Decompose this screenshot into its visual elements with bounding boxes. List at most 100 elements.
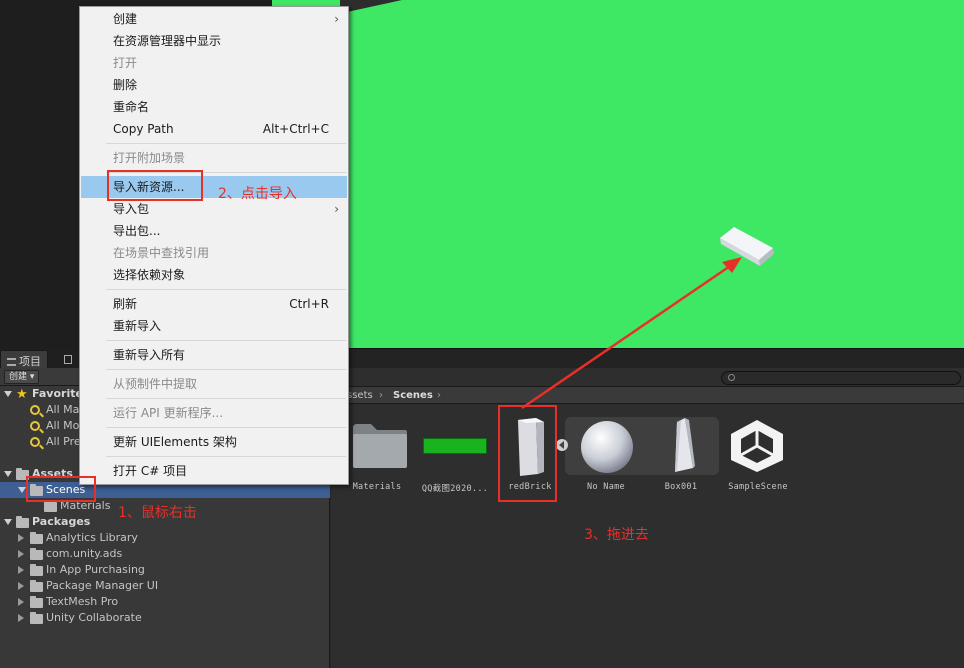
menu-item-refresh[interactable]: 刷新 Ctrl+R xyxy=(81,293,347,315)
tree-package-item[interactable]: TextMesh Pro xyxy=(46,594,118,610)
scene-viewport[interactable] xyxy=(272,0,964,348)
star-icon: ★ xyxy=(16,387,28,402)
annotation-box-redbrick xyxy=(498,405,557,502)
search-input[interactable] xyxy=(721,371,961,385)
collapse-arrow-icon[interactable] xyxy=(18,550,24,558)
search-icon xyxy=(30,437,40,447)
unity-scene-icon[interactable] xyxy=(727,418,787,474)
tree-packages[interactable]: Packages xyxy=(32,514,90,530)
menu-item-label: 打开 xyxy=(113,56,138,70)
menu-item-label: 导入包 xyxy=(113,202,150,216)
menu-item-select-dependencies[interactable]: 选择依赖对象 xyxy=(81,264,347,286)
folder-icon xyxy=(30,532,43,544)
menu-item-label: 刷新 xyxy=(113,297,138,311)
tree-package-item[interactable]: In App Purchasing xyxy=(46,562,145,578)
menu-item-label: 在场景中查找引用 xyxy=(113,246,210,260)
menu-item-label: 选择依赖对象 xyxy=(113,268,186,282)
menu-item-shortcut: Alt+Ctrl+C xyxy=(262,122,329,136)
asset-label[interactable]: Box001 xyxy=(638,482,724,492)
asset-label[interactable]: No Name xyxy=(563,482,649,492)
menu-item-label: 删除 xyxy=(113,78,138,92)
menu-separator xyxy=(106,427,346,428)
menu-separator xyxy=(106,456,346,457)
collapse-arrow-icon[interactable] xyxy=(18,534,24,542)
expand-arrow-icon[interactable] xyxy=(4,391,12,397)
menu-separator xyxy=(106,398,346,399)
menu-item-show-in-explorer[interactable]: 在资源管理器中显示 xyxy=(81,30,347,52)
tree-package-item[interactable]: com.unity.ads xyxy=(46,546,122,562)
search-icon xyxy=(728,374,735,381)
menu-item-label: Copy Path xyxy=(113,122,174,136)
tree-favorite-item[interactable]: All Mo xyxy=(46,418,79,434)
expand-arrow-icon[interactable] xyxy=(4,519,12,525)
breadcrumb-parent[interactable]: ssets xyxy=(347,387,373,404)
menu-item-label: 导出包... xyxy=(113,224,161,238)
asset-label[interactable]: QQ截图2020... xyxy=(412,482,498,494)
assets-browser: ssets › Scenes › Materials QQ截图2020... r… xyxy=(331,368,964,668)
folder-icon xyxy=(44,500,57,512)
green-ground-plane xyxy=(272,0,964,348)
menu-item-label: 重新导入所有 xyxy=(113,348,186,362)
menu-item-run-api-updater[interactable]: 运行 API 更新程序... xyxy=(81,402,347,424)
menu-item-rename[interactable]: 重命名 xyxy=(81,96,347,118)
breadcrumb-current[interactable]: Scenes xyxy=(393,387,433,404)
tree-package-item[interactable]: Unity Collaborate xyxy=(46,610,142,626)
asset-label[interactable]: SampleScene xyxy=(715,482,801,492)
breadcrumb-separator: › xyxy=(437,390,441,401)
menu-separator xyxy=(106,289,346,290)
menu-item-label: 打开附加场景 xyxy=(113,151,186,165)
menu-item-label: 创建 xyxy=(113,12,138,26)
tab-project[interactable]: 项目 xyxy=(0,350,48,368)
list-icon xyxy=(7,358,16,366)
annotation-step2: 2、点击导入 xyxy=(218,186,297,202)
menu-item-export-package[interactable]: 导出包... xyxy=(81,220,347,242)
menu-item-open[interactable]: 打开 xyxy=(81,52,347,74)
console-icon xyxy=(64,354,72,364)
image-thumbnail[interactable] xyxy=(423,438,487,454)
annotation-box-scenes xyxy=(26,476,96,502)
menu-separator xyxy=(106,369,346,370)
expand-arrow-icon[interactable] xyxy=(4,471,12,477)
scene-bottom-bar xyxy=(330,348,964,368)
tab-console[interactable] xyxy=(58,350,78,368)
folder-icon xyxy=(30,596,43,608)
create-dropdown[interactable]: 创建 ▾ xyxy=(4,370,40,384)
tree-favorite-item[interactable]: All Ma xyxy=(46,402,79,418)
menu-item-reimport-all[interactable]: 重新导入所有 xyxy=(81,344,347,366)
collapse-arrow-icon[interactable] xyxy=(18,582,24,590)
tree-favorites[interactable]: Favorite xyxy=(32,386,83,402)
folder-icon xyxy=(16,516,29,528)
tree-package-item[interactable]: Analytics Library xyxy=(46,530,138,546)
scene-view[interactable] xyxy=(272,0,964,348)
annotation-step1: 1、鼠标右击 xyxy=(118,505,197,521)
folder-icon[interactable] xyxy=(351,422,409,470)
menu-item-update-uielements-schema[interactable]: 更新 UIElements 架构 xyxy=(81,431,347,453)
box-model-icon[interactable] xyxy=(667,416,697,476)
menu-separator xyxy=(106,340,346,341)
tab-project-label: 项目 xyxy=(19,355,41,368)
sphere-prefab-icon[interactable] xyxy=(579,419,635,475)
menu-item-create[interactable]: 创建 › xyxy=(81,8,347,30)
menu-item-extract-from-prefab[interactable]: 从预制件中提取 xyxy=(81,373,347,395)
tree-package-item[interactable]: Package Manager UI xyxy=(46,578,158,594)
tree-favorite-item[interactable]: All Pre xyxy=(46,434,81,450)
menu-item-shortcut: Ctrl+R xyxy=(289,297,329,311)
menu-item-label: 在资源管理器中显示 xyxy=(113,34,222,48)
collapse-arrow-icon[interactable] xyxy=(18,566,24,574)
expand-arrow-icon[interactable] xyxy=(18,487,26,493)
submenu-arrow-icon: › xyxy=(334,202,339,216)
collapse-arrow-icon[interactable] xyxy=(18,598,24,606)
menu-item-find-references[interactable]: 在场景中查找引用 xyxy=(81,242,347,264)
expand-prefab-icon[interactable] xyxy=(555,438,569,452)
menu-separator xyxy=(106,143,346,144)
menu-item-label: 更新 UIElements 架构 xyxy=(113,435,237,449)
menu-item-label: 打开 C# 项目 xyxy=(113,464,188,478)
menu-item-copy-path[interactable]: Copy Path Alt+Ctrl+C xyxy=(81,118,347,140)
menu-item-open-additive-scene[interactable]: 打开附加场景 xyxy=(81,147,347,169)
menu-item-reimport[interactable]: 重新导入 xyxy=(81,315,347,337)
collapse-arrow-icon[interactable] xyxy=(18,614,24,622)
search-icon xyxy=(30,405,40,415)
menu-item-open-csharp-project[interactable]: 打开 C# 项目 xyxy=(81,460,347,482)
menu-item-delete[interactable]: 删除 xyxy=(81,74,347,96)
menu-item-import-package[interactable]: 导入包 › xyxy=(81,198,347,220)
